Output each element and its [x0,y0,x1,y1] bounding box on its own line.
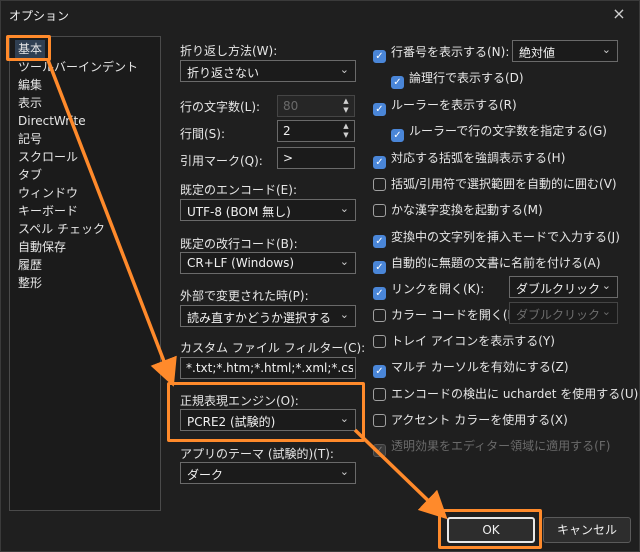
arrow-to-ok [353,428,448,520]
annotation-arrows [46,59,448,520]
arrow-to-regex [46,59,177,387]
